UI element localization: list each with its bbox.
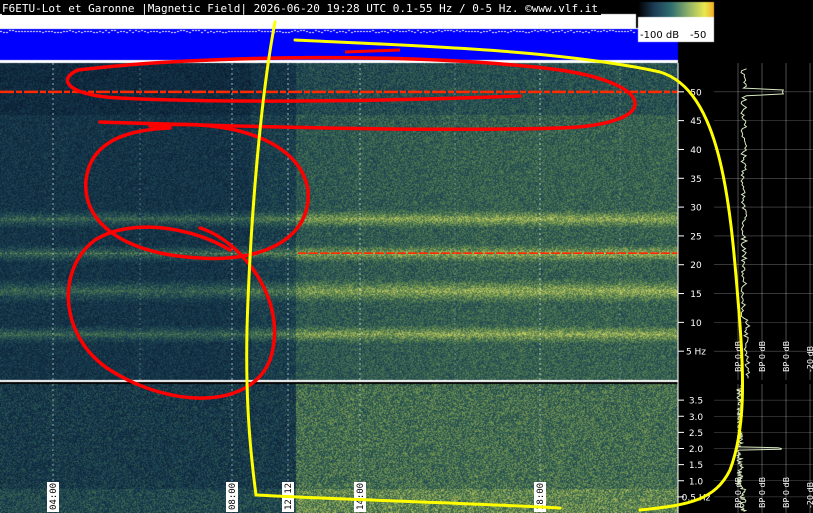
colorbar-label-min: -100 dB	[640, 30, 680, 41]
red-annotation-ellipse-middle	[84, 122, 310, 261]
y-tick-label-lower: 2.0	[689, 445, 704, 455]
y-tick-label-lower: 3.5	[689, 397, 703, 407]
y-tick-label-lower: 3.0	[689, 413, 704, 423]
red-annotation-stroke	[344, 48, 401, 54]
chart-overlay: 04:00 08:00 12:12 14:00 18:005 Hz10152025303…	[0, 20, 813, 513]
y-tick-label-upper: 10	[690, 319, 702, 329]
y-tick-label-upper: 15	[690, 290, 701, 300]
y-tick-label-upper: 20	[690, 261, 702, 271]
y-tick-label-lower: 1.5	[689, 461, 703, 471]
colorbar-label-mid: -50	[690, 30, 707, 41]
red-annotation-ellipse-top	[65, 55, 637, 132]
time-tick-label: 04:00	[49, 483, 59, 510]
colorbar-label-max: 0	[731, 30, 738, 41]
y-tick-label-upper: 5 Hz	[686, 348, 706, 358]
time-tick-label: 08:00	[228, 483, 238, 510]
spectrum-tick-label: BP 0 dB	[758, 341, 767, 372]
spectrum-tick-label: -20 dB	[806, 346, 813, 372]
y-tick-label-lower: 2.5	[689, 429, 703, 439]
chart-title: F6ETU-Lot et Garonne |Magnetic Field| 20…	[2, 2, 602, 15]
yellow-annotation-curve-right	[293, 38, 745, 512]
spectrum-tick-label-lower: BP 0 dB	[758, 477, 767, 508]
y-tick-label-upper: 25	[690, 232, 701, 242]
y-tick-label-lower: 1.0	[689, 477, 704, 487]
y-tick-label-upper: 30	[690, 204, 702, 214]
y-tick-label-upper: 35	[690, 175, 701, 185]
spectrum-tick-label: BP 0 dB	[782, 341, 791, 372]
y-tick-label-upper: 40	[690, 146, 702, 156]
time-tick-label: 14:00	[356, 483, 366, 510]
spectrum-tick-label-lower: BP 0 dB	[782, 477, 791, 508]
y-tick-label-upper: 45	[690, 117, 701, 127]
spectrum-tick-label-lower: -20 dB	[806, 482, 813, 508]
